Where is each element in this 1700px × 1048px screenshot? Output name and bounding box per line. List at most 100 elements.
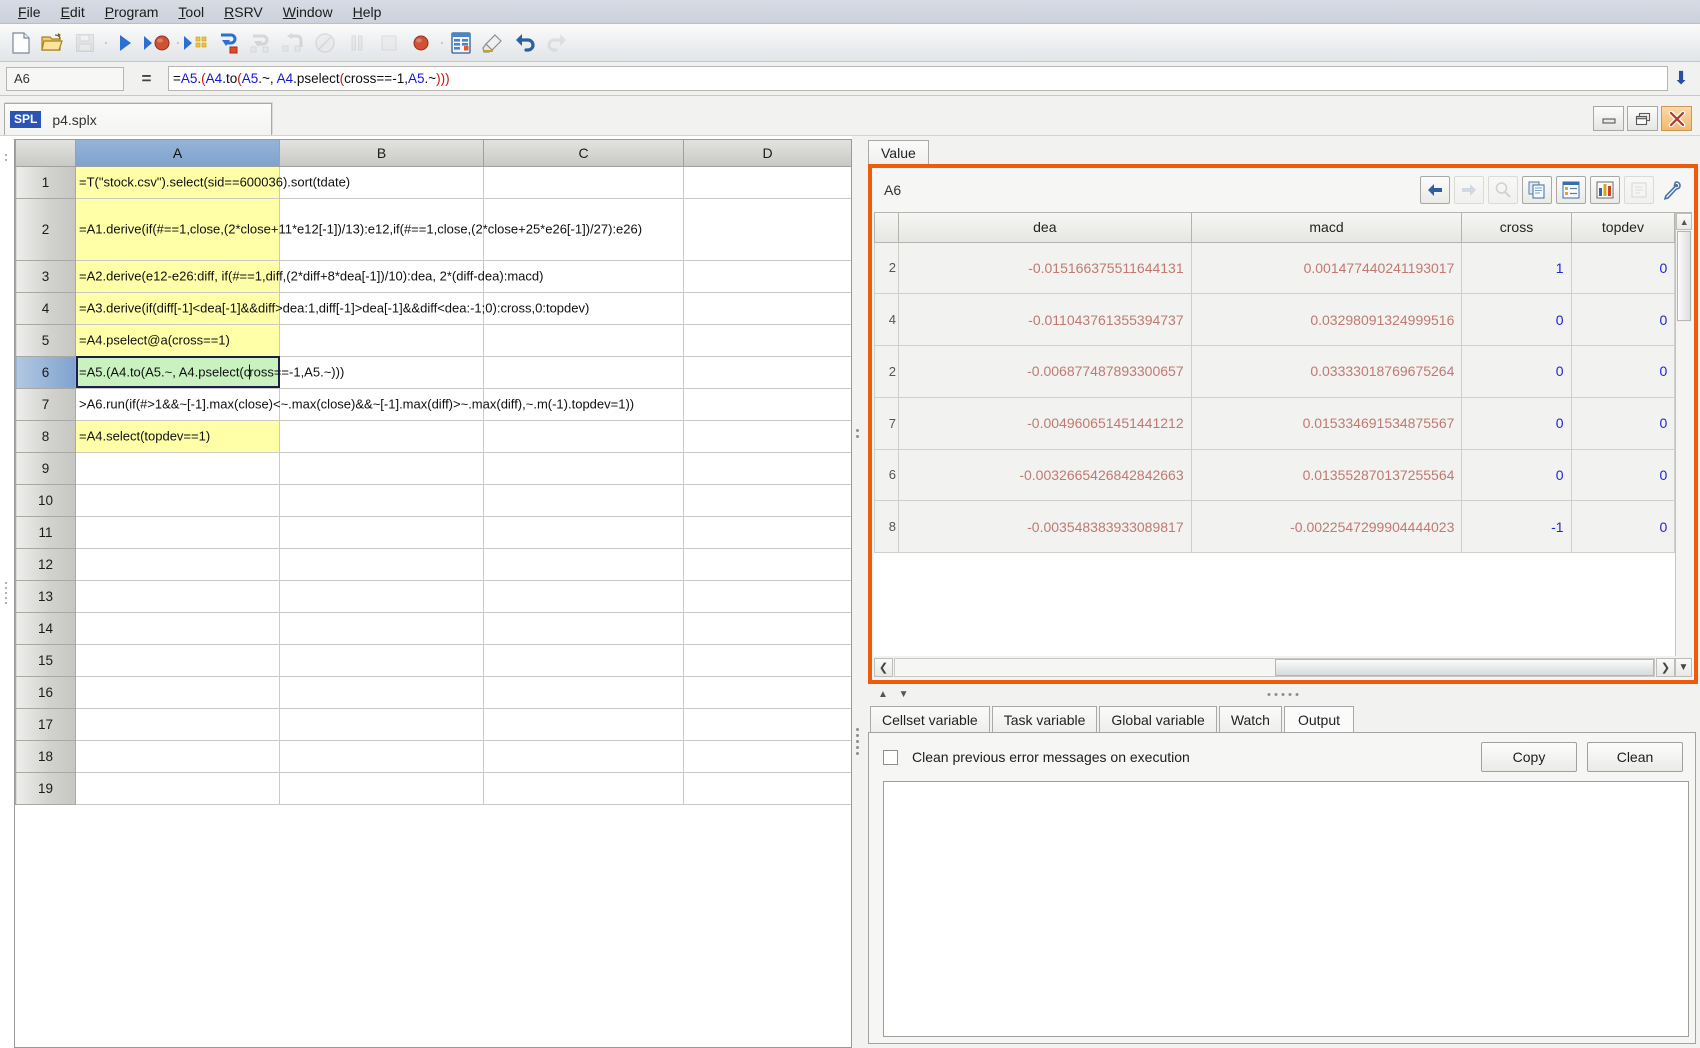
value-cell-dea[interactable]: -0.006877487893300657	[899, 346, 1192, 398]
cell-B11[interactable]	[280, 516, 484, 548]
open-folder-icon[interactable]	[38, 28, 68, 58]
value-grid[interactable]: dea macd cross topdev 2-0.01516637551164…	[874, 212, 1692, 656]
column-header-b[interactable]: B	[280, 140, 484, 166]
value-cell-topdev[interactable]: 0	[1571, 501, 1675, 553]
menu-item-window[interactable]: Window	[273, 2, 343, 22]
clean-errors-checkbox[interactable]	[883, 750, 898, 765]
cell-D16[interactable]	[684, 676, 852, 708]
cell-B18[interactable]	[280, 740, 484, 772]
cell-B15[interactable]	[280, 644, 484, 676]
cell-D1[interactable]	[684, 166, 852, 198]
row-header-13[interactable]: 13	[16, 580, 76, 612]
row-header-6[interactable]: 6	[16, 356, 76, 388]
undo-icon[interactable]	[510, 28, 540, 58]
cell-A1[interactable]: =T("stock.csv").select(sid==600036).sort…	[76, 166, 280, 198]
cell-B12[interactable]	[280, 548, 484, 580]
row-header-5[interactable]: 5	[16, 324, 76, 356]
value-row-index[interactable]: 8	[875, 501, 899, 553]
scroll-right-arrow-icon[interactable]: ❯	[1656, 658, 1675, 677]
row-header-10[interactable]: 10	[16, 484, 76, 516]
cell-reference-input[interactable]: A6	[6, 67, 124, 91]
cell-D4[interactable]	[684, 292, 852, 324]
calculate-icon[interactable]	[446, 28, 476, 58]
document-tab[interactable]: SPL p4.splx	[4, 103, 272, 135]
cell-A3[interactable]: =A2.derive(e12-e26:diff, if(#==1,diff,(2…	[76, 260, 280, 292]
cell-D2[interactable]	[684, 198, 852, 260]
cell-B5[interactable]	[280, 324, 484, 356]
value-grid-horizontal-scrollbar[interactable]: ❮ ❯ ▼	[874, 656, 1692, 678]
value-cell-cross[interactable]: 0	[1462, 294, 1571, 346]
value-cell-cross[interactable]: -1	[1462, 501, 1571, 553]
cell-B19[interactable]	[280, 772, 484, 804]
vertical-splitter[interactable]	[852, 136, 862, 1048]
cell-B10[interactable]	[280, 484, 484, 516]
menu-item-edit[interactable]: Edit	[51, 2, 95, 22]
value-cell-macd[interactable]: -0.0022547299904444023	[1191, 501, 1462, 553]
value-cell-macd[interactable]: 0.013552870137255564	[1191, 449, 1462, 501]
chart-icon[interactable]	[1590, 176, 1620, 204]
value-cell-macd[interactable]: 0.001477440241193017	[1191, 242, 1462, 294]
value-cell-macd[interactable]: 0.03298091324999516	[1191, 294, 1462, 346]
row-header-2[interactable]: 2	[16, 198, 76, 260]
value-row-index[interactable]: 2	[875, 242, 899, 294]
cell-A11[interactable]	[76, 516, 280, 548]
cell-B8[interactable]	[280, 420, 484, 452]
cell-C1[interactable]	[484, 166, 684, 198]
cell-D5[interactable]	[684, 324, 852, 356]
cell-C10[interactable]	[484, 484, 684, 516]
cell-A15[interactable]	[76, 644, 280, 676]
step-into-icon[interactable]	[214, 28, 244, 58]
cell-A7[interactable]: >A6.run(if(#>1&&~[-1].max(close)<~.max(c…	[76, 388, 280, 420]
eraser-icon[interactable]	[478, 28, 508, 58]
value-cell-dea[interactable]: -0.011043761355394737	[899, 294, 1192, 346]
row-header-19[interactable]: 19	[16, 772, 76, 804]
value-row-index[interactable]: 7	[875, 397, 899, 449]
value-cell-topdev[interactable]: 0	[1571, 294, 1675, 346]
cell-B9[interactable]	[280, 452, 484, 484]
cell-D19[interactable]	[684, 772, 852, 804]
row-header-17[interactable]: 17	[16, 708, 76, 740]
cell-C12[interactable]	[484, 548, 684, 580]
value-cell-topdev[interactable]: 0	[1571, 242, 1675, 294]
debug-run-icon[interactable]	[142, 28, 172, 58]
scroll-left-arrow-icon[interactable]: ❮	[874, 658, 893, 677]
value-cell-cross[interactable]: 0	[1462, 397, 1571, 449]
cell-B14[interactable]	[280, 612, 484, 644]
cell-C13[interactable]	[484, 580, 684, 612]
cell-C17[interactable]	[484, 708, 684, 740]
cell-C6[interactable]	[484, 356, 684, 388]
splitter-collapse-arrows[interactable]: ▲ ▼	[878, 689, 913, 700]
cell-A13[interactable]	[76, 580, 280, 612]
cell-B13[interactable]	[280, 580, 484, 612]
column-header-a[interactable]: A	[76, 140, 280, 166]
cell-D15[interactable]	[684, 644, 852, 676]
tab-value[interactable]: Value	[868, 140, 929, 164]
cell-B17[interactable]	[280, 708, 484, 740]
value-cell-dea[interactable]: -0.004960651451441212	[899, 397, 1192, 449]
minimize-icon[interactable]	[1593, 106, 1624, 131]
horizontal-splitter[interactable]: ▲ ▼	[868, 684, 1698, 704]
row-header-11[interactable]: 11	[16, 516, 76, 548]
cell-D9[interactable]	[684, 452, 852, 484]
new-file-icon[interactable]	[6, 28, 36, 58]
row-header-16[interactable]: 16	[16, 676, 76, 708]
splitter-dots[interactable]	[1268, 693, 1299, 696]
value-cell-cross[interactable]: 0	[1462, 449, 1571, 501]
value-column-header-macd[interactable]: macd	[1191, 213, 1462, 242]
cell-C5[interactable]	[484, 324, 684, 356]
clean-button[interactable]: Clean	[1587, 742, 1683, 772]
cell-A2[interactable]: =A1.derive(if(#==1,close,(2*close+11*e12…	[76, 198, 280, 260]
run-icon[interactable]	[110, 28, 140, 58]
cell-A19[interactable]	[76, 772, 280, 804]
value-row-index[interactable]: 4	[875, 294, 899, 346]
scroll-thumb[interactable]	[1677, 231, 1691, 321]
scroll-up-arrow-icon[interactable]: ▲	[1676, 213, 1692, 230]
row-header-9[interactable]: 9	[16, 452, 76, 484]
copy-button[interactable]: Copy	[1481, 742, 1577, 772]
formula-input[interactable]: =A5.(A4.to(A5.~, A4.pselect(cross==-1,A5…	[168, 66, 1668, 91]
cell-C15[interactable]	[484, 644, 684, 676]
value-cell-dea[interactable]: -0.003548383933089817	[899, 501, 1192, 553]
column-header-d[interactable]: D	[684, 140, 852, 166]
value-cell-macd[interactable]: 0.015334691534875567	[1191, 397, 1462, 449]
hscroll-thumb[interactable]	[1275, 659, 1655, 676]
